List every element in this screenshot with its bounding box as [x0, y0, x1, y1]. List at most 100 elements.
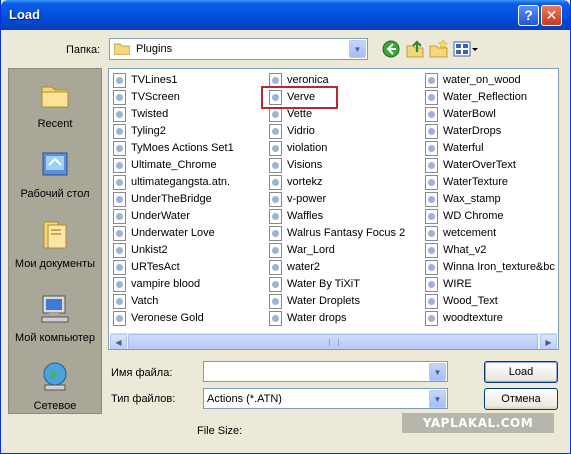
horizontal-scrollbar[interactable]: ◀ ▶: [110, 333, 557, 349]
place-label: Recent: [37, 118, 73, 130]
place-network[interactable]: Сетевое: [9, 361, 101, 413]
action-file-icon: [113, 311, 126, 326]
file-name: Water drops: [287, 312, 347, 324]
chevron-down-icon[interactable]: ▼: [349, 40, 366, 58]
action-file-icon: [113, 260, 126, 275]
file-name: UnderTheBridge: [131, 193, 212, 205]
filename-combobox[interactable]: ▼: [203, 361, 448, 382]
action-file-icon: [113, 124, 126, 139]
action-file-icon: [425, 311, 438, 326]
desktop-icon: [42, 152, 68, 176]
action-file-icon: [269, 124, 282, 139]
file-name: vortekz: [287, 176, 323, 188]
place-my-computer[interactable]: Мой компьютер: [9, 293, 101, 345]
file-name: v-power: [287, 193, 327, 205]
file-name: woodtexture: [443, 312, 503, 324]
file-list[interactable]: TVLines1 TVScreen Twisted Tyling2 TyMoes Act…: [108, 68, 559, 350]
close-button[interactable]: ✕: [541, 5, 562, 26]
file-name: War_Lord: [287, 244, 335, 256]
file-name: Ultimate_Chrome: [131, 159, 217, 171]
file-name: WaterOverText: [443, 159, 516, 171]
place-recent[interactable]: Recent: [9, 79, 101, 131]
action-file-icon: [425, 192, 438, 207]
load-button[interactable]: Load: [484, 361, 558, 383]
action-file-icon: [269, 175, 282, 190]
action-file-icon: [425, 226, 438, 241]
action-file-icon: [269, 277, 282, 292]
file-name: TVLines1: [131, 74, 178, 86]
file-name: WIRE: [443, 278, 472, 290]
file-name: Vette: [287, 108, 313, 120]
file-name: Walrus Fantasy Focus 2: [287, 227, 406, 239]
file-name: Wax_stamp: [443, 193, 501, 205]
places-bar: Recent Рабочий стол Мои документы Мой ко…: [8, 68, 102, 414]
file-name: Veronese Gold: [131, 312, 204, 324]
file-name: violation: [287, 142, 328, 154]
filename-label: Имя файла:: [111, 367, 173, 379]
action-file-icon: [113, 90, 126, 105]
chevron-down-icon[interactable]: ▼: [429, 363, 446, 381]
load-dialog: Load ? ✕ Папка: Plugins ▼ Recent Рабочий…: [0, 0, 571, 454]
file-name: Waffles: [287, 210, 324, 222]
action-file-icon: [113, 73, 126, 88]
file-name: water_on_wood: [443, 74, 521, 86]
file-name: ultimategangsta.atn.: [131, 176, 231, 188]
filetype-value: Actions (*.ATN): [207, 393, 282, 405]
action-file-icon: [425, 107, 438, 122]
file-name: WaterTexture: [443, 176, 509, 188]
filetype-combobox[interactable]: Actions (*.ATN) ▼: [203, 388, 448, 409]
watermark: YAPLAKAL.COM: [402, 413, 554, 433]
place-desktop[interactable]: Рабочий стол: [9, 149, 101, 201]
action-file-icon: [269, 158, 282, 173]
action-file-icon: [113, 294, 126, 309]
recent-icon: [41, 86, 69, 108]
file-name: Winna Iron_texture&bc: [443, 261, 555, 273]
chevron-down-icon[interactable]: ▼: [429, 390, 446, 408]
action-file-icon: [269, 226, 282, 241]
new-folder-icon[interactable]: [429, 39, 449, 59]
action-file-icon: [113, 192, 126, 207]
cancel-button[interactable]: Отмена: [484, 388, 558, 410]
action-file-icon: [425, 260, 438, 275]
file-name: Vidrio: [287, 125, 315, 137]
action-file-icon: [113, 226, 126, 241]
action-file-icon: [425, 209, 438, 224]
file-name: UnderWater: [131, 210, 190, 222]
action-file-icon: [269, 141, 282, 156]
action-file-icon: [269, 209, 282, 224]
file-name: veronica: [287, 74, 329, 86]
file-name: wetcement: [443, 227, 497, 239]
action-file-icon: [113, 141, 126, 156]
annotation-highlight-box: [261, 86, 338, 109]
action-file-icon: [425, 277, 438, 292]
file-name: URTesAct: [131, 261, 180, 273]
my-documents-icon: [43, 221, 67, 249]
action-file-icon: [425, 243, 438, 258]
network-icon: [43, 362, 67, 391]
file-name: vampire blood: [131, 278, 201, 290]
file-name: TyMoes Actions Set1: [131, 142, 234, 154]
action-file-icon: [425, 158, 438, 173]
action-file-icon: [269, 192, 282, 207]
up-folder-icon[interactable]: [405, 39, 425, 59]
action-file-icon: [425, 294, 438, 309]
file-name: Waterful: [443, 142, 484, 154]
action-file-icon: [269, 243, 282, 258]
place-label: Мой компьютер: [14, 332, 96, 344]
filetype-label: Тип файлов:: [111, 393, 176, 405]
place-label: Рабочий стол: [20, 188, 90, 200]
place-my-documents[interactable]: Мои документы: [9, 219, 101, 271]
title-bar[interactable]: Load ? ✕: [1, 0, 570, 30]
scrollbar-thumb[interactable]: [128, 334, 538, 349]
views-menu-icon[interactable]: [453, 39, 479, 59]
action-file-icon: [425, 73, 438, 88]
scroll-left-icon[interactable]: ◀: [110, 334, 127, 349]
scroll-right-icon[interactable]: ▶: [540, 334, 557, 349]
filesize-label: File Size:: [197, 425, 243, 437]
action-file-icon: [425, 124, 438, 139]
lookin-combobox[interactable]: Plugins ▼: [109, 38, 368, 60]
file-name: Water_Reflection: [443, 91, 527, 103]
action-file-icon: [269, 311, 282, 326]
help-button[interactable]: ?: [518, 5, 539, 26]
back-arrow-icon[interactable]: [381, 39, 401, 59]
